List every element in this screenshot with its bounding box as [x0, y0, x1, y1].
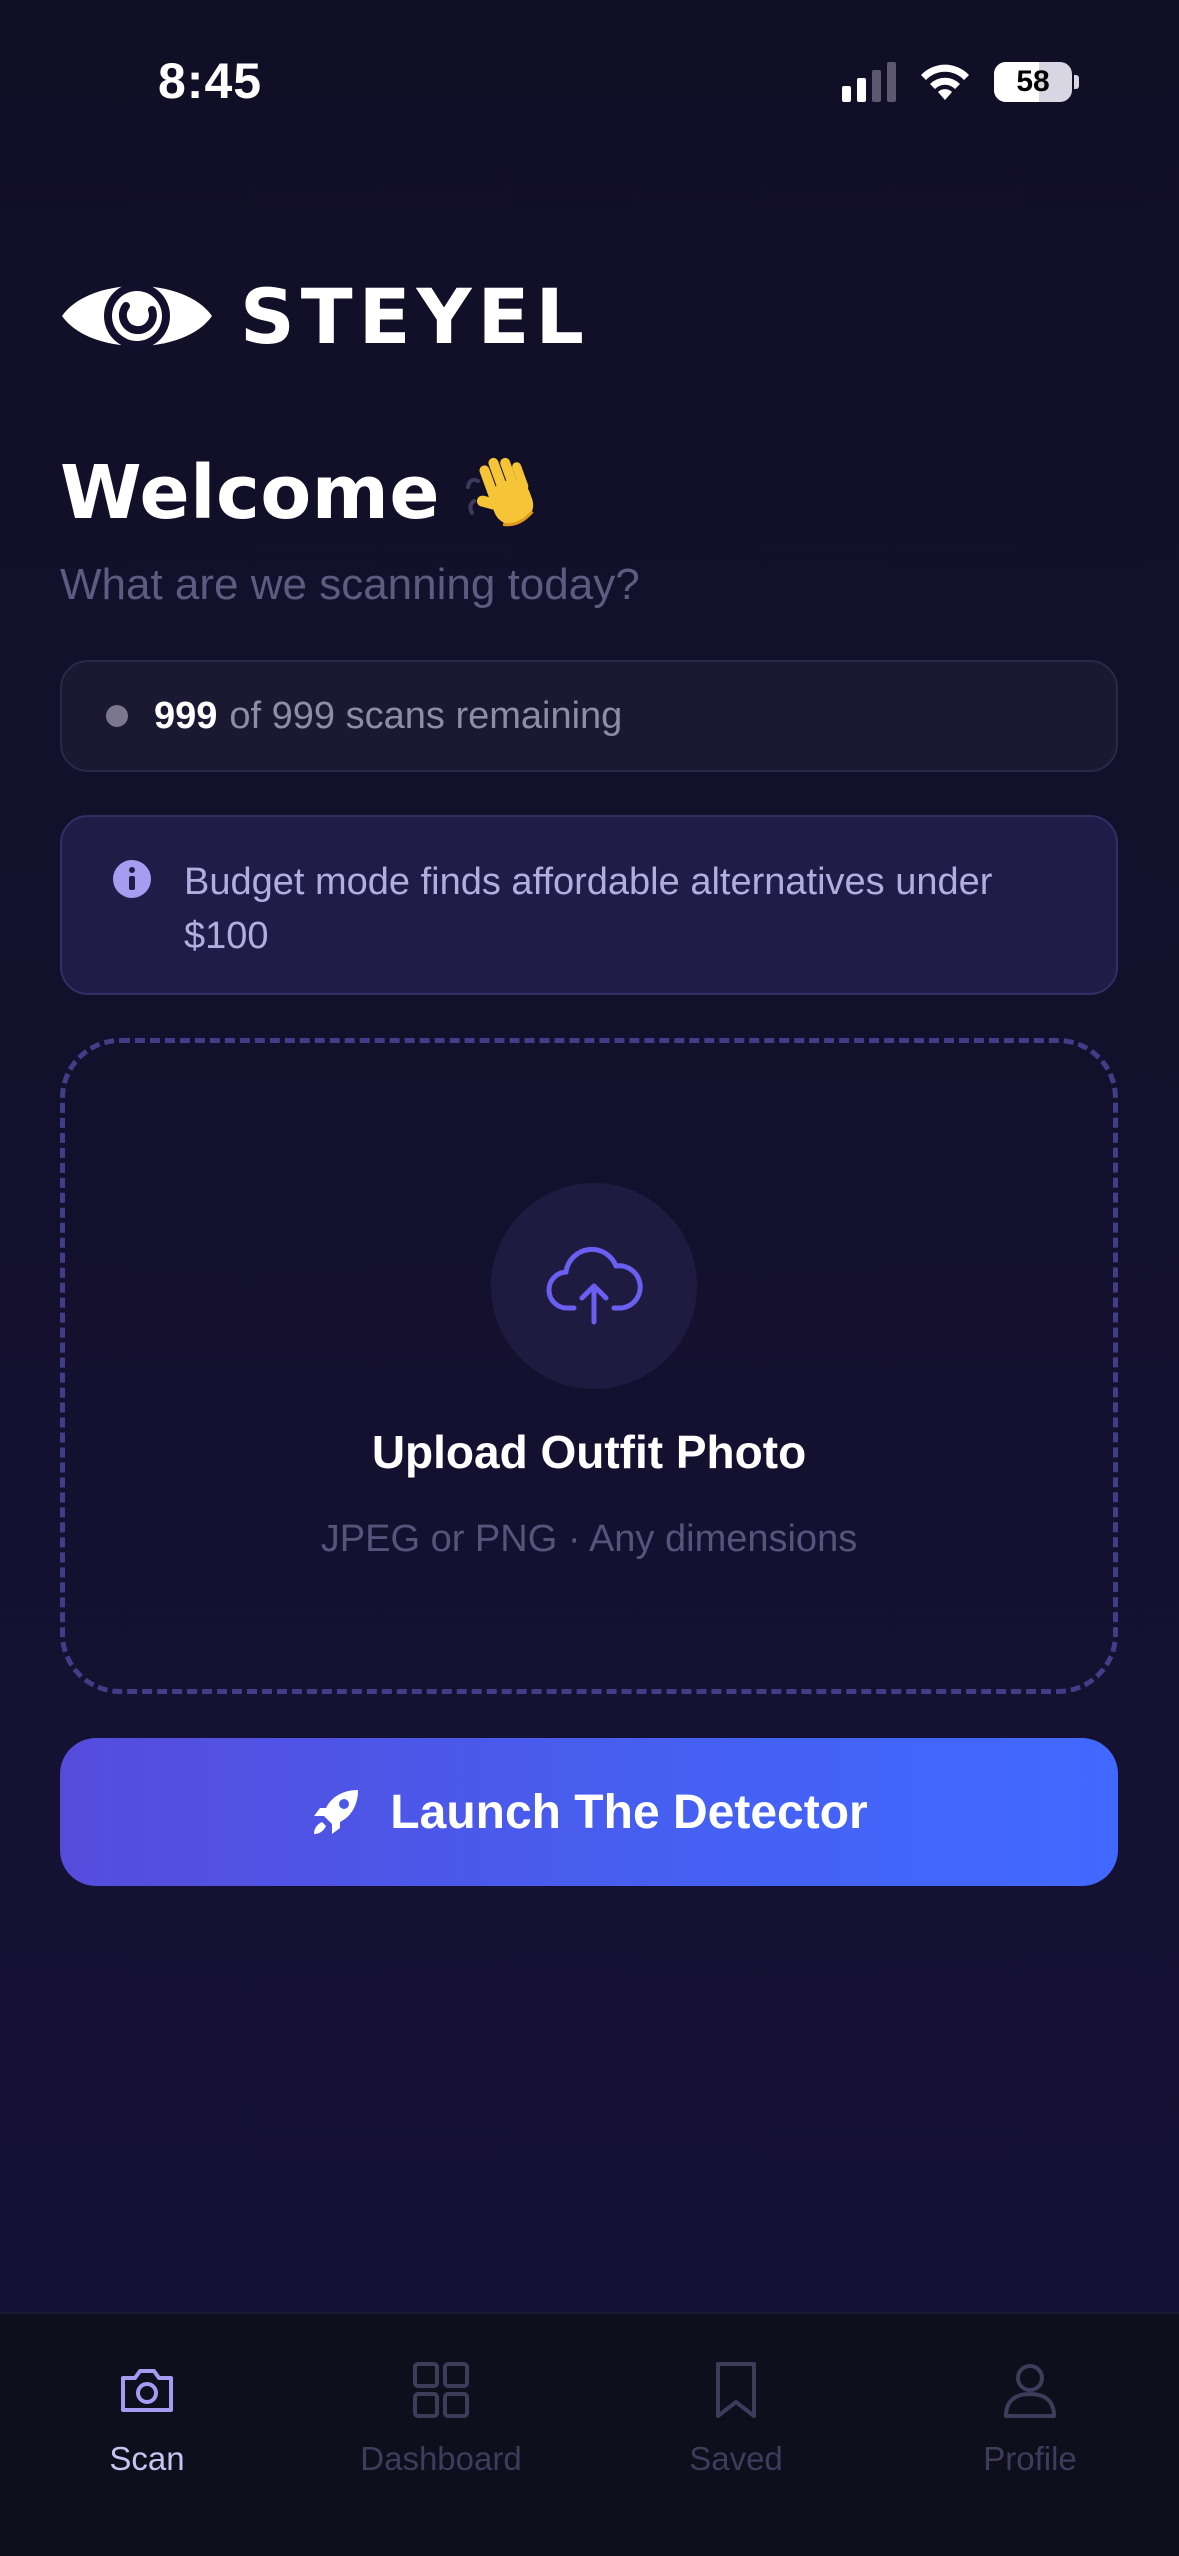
person-icon [1004, 2364, 1056, 2418]
scans-label: of 999 scans remaining [229, 694, 623, 737]
tab-saved[interactable]: Saved [589, 2358, 883, 2478]
battery-icon: 58 [994, 62, 1079, 102]
scans-remaining-text: 999 of 999 scans remaining [154, 695, 622, 738]
cloud-upload-icon [546, 1246, 643, 1325]
status-dot [106, 705, 128, 727]
wifi-icon [921, 64, 969, 100]
launch-button-label: Launch The Detector [390, 1785, 868, 1839]
battery-percentage: 58 [1016, 65, 1050, 98]
launch-detector-button[interactable]: Launch The Detector [60, 1738, 1118, 1886]
status-icons: 58 [842, 62, 1079, 102]
camera-icon [121, 2369, 173, 2412]
welcome-title: Welcome [60, 450, 441, 536]
tab-dashboard[interactable]: Dashboard [294, 2358, 588, 2478]
eye-logo-icon [62, 283, 212, 349]
grid-icon [413, 2362, 469, 2418]
upload-hint: JPEG or PNG · Any dimensions [320, 1518, 858, 1560]
scans-remaining-card: 999 of 999 scans remaining [60, 660, 1118, 772]
brand-logo: STEYEL [60, 270, 590, 362]
bookmark-icon [716, 2362, 756, 2418]
upload-title: Upload Outfit Photo [371, 1426, 807, 1478]
upload-dropzone[interactable]: Upload Outfit Photo JPEG or PNG · Any di… [60, 1038, 1118, 1694]
bottom-tab-bar: Scan Dashboard Saved Profile [0, 2312, 1179, 2556]
budget-info-text: Budget mode finds affordable alternative… [184, 861, 993, 957]
welcome-subtitle: What are we scanning today? [60, 560, 640, 609]
upload-icon-circle [491, 1183, 697, 1389]
scans-count: 999 [154, 694, 218, 737]
budget-info-card: Budget mode finds affordable alternative… [60, 815, 1118, 995]
status-bar: 8:45 58 [0, 0, 1179, 150]
cellular-signal-icon [842, 62, 896, 102]
tab-label: Scan [109, 2440, 185, 2477]
waving-hand-icon [466, 457, 534, 527]
battery-nub [1074, 75, 1079, 89]
tab-profile[interactable]: Profile [883, 2358, 1177, 2478]
battery-body: 58 [994, 62, 1072, 102]
rocket-icon [314, 1790, 359, 1834]
tab-scan[interactable]: Scan [0, 2358, 294, 2478]
tab-label: Dashboard [360, 2440, 522, 2477]
info-icon [113, 860, 151, 898]
tab-label: Saved [689, 2440, 783, 2477]
brand-name: STEYEL [240, 271, 590, 361]
status-time: 8:45 [158, 53, 263, 109]
tab-label: Profile [983, 2440, 1077, 2477]
welcome-header: Welcome [60, 450, 548, 536]
